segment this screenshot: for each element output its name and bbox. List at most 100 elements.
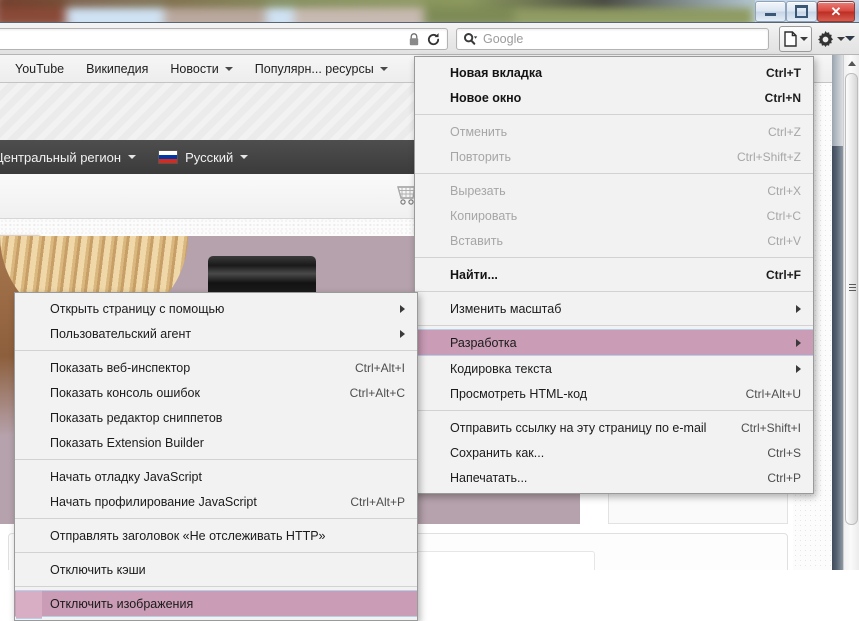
menu-item-label: Отключить изображения	[50, 596, 194, 611]
menu-item-label: Пользовательский агент	[50, 326, 192, 341]
menu-item-label: Вырезать	[450, 183, 506, 198]
menu-item-открыть-страницу-с-помощью[interactable]: Открыть страницу с помощью	[15, 296, 417, 321]
chevron-up-icon	[847, 60, 856, 66]
new-page-button[interactable]	[779, 26, 812, 52]
reload-icon[interactable]	[426, 32, 441, 47]
menu-item-shortcut: Ctrl+N	[764, 90, 801, 105]
chevron-right-icon	[400, 304, 405, 313]
menu-item-label: Начать отладку JavaScript	[50, 469, 202, 484]
search-icon	[463, 33, 478, 45]
chevron-right-icon	[400, 329, 405, 338]
menu-item-изменить-масштаб[interactable]: Изменить масштаб	[415, 296, 813, 321]
menu-item-shortcut: Ctrl+V	[767, 233, 801, 248]
menu-item-напечатать[interactable]: Напечатать... Ctrl+P	[415, 465, 813, 490]
browser-main-menu[interactable]: Новая вкладка Ctrl+T Новое окно Ctrl+N Отмен…	[414, 56, 814, 494]
menu-item-label: Отправлять заголовок «Не отслеживать HTT…	[50, 528, 326, 543]
language-selector[interactable]: Русский	[185, 149, 249, 165]
new-page-icon	[783, 31, 797, 47]
menu-item-кодировка-текста[interactable]: Кодировка текста	[415, 356, 813, 381]
menu-item-новое-окно[interactable]: Новое окно Ctrl+N	[415, 85, 813, 110]
menu-item-сохранить-как[interactable]: Сохранить как... Ctrl+S	[415, 440, 813, 465]
chevron-right-icon	[796, 304, 801, 313]
lock-icon	[409, 33, 419, 46]
bookmark-label: YouTube	[15, 61, 65, 76]
menu-item-label: Показать веб-инспектор	[50, 360, 191, 375]
bookmark-youtube[interactable]: YouTube	[4, 58, 75, 80]
chevron-down-icon	[240, 155, 249, 159]
menu-item-label: Показать редактор сниппетов	[50, 410, 223, 425]
menu-item-вставить[interactable]: Вставить Ctrl+V	[415, 228, 813, 253]
menu-item-label: Отменить	[450, 124, 508, 139]
menu-item-начать-профилирование-javascript[interactable]: Начать профилирование JavaScript Ctrl+Alt…	[15, 489, 417, 514]
bookmark-popular-resources[interactable]: Популярн... ресурсы	[244, 58, 399, 80]
menu-separator	[415, 257, 813, 258]
bookmark-wikipedia[interactable]: Википедия	[75, 58, 159, 80]
menu-item-отключить-изображения[interactable]: ✓Отключить изображения	[15, 590, 417, 617]
menu-separator	[415, 410, 813, 411]
menu-item-label: Повторить	[450, 149, 512, 164]
menu-item-показать-консоль-ошибок[interactable]: Показать консоль ошибок Ctrl+Alt+C	[15, 380, 417, 405]
menu-item-пользовательский-агент[interactable]: Пользовательский агент	[15, 321, 417, 346]
language-label: Русский	[185, 149, 234, 165]
bookmark-news[interactable]: Новости	[159, 58, 243, 80]
menu-separator	[15, 518, 417, 519]
menu-item-отменить[interactable]: Отменить Ctrl+Z	[415, 119, 813, 144]
russian-flag-icon	[158, 150, 179, 164]
menu-item-повторить[interactable]: Повторить Ctrl+Shift+Z	[415, 144, 813, 169]
menu-item-найти[interactable]: Найти... Ctrl+F	[415, 262, 813, 287]
menu-separator	[15, 459, 417, 460]
menu-separator	[15, 586, 417, 587]
close-button[interactable]: ✕	[817, 1, 855, 22]
chevron-down-icon	[224, 66, 233, 71]
menu-item-отправить-ссылку-на-эту-страницу-по-e-mail[interactable]: Отправить ссылку на эту страницу по e-ma…	[415, 415, 813, 440]
page-right-edge-light	[832, 55, 843, 146]
search-box[interactable]: Google	[456, 28, 769, 50]
menu-item-shortcut: Ctrl+P	[767, 470, 801, 485]
menu-separator	[15, 552, 417, 553]
close-icon: ✕	[830, 4, 842, 19]
chevron-down-icon	[837, 37, 845, 41]
menu-item-показать-веб-инспектор[interactable]: Показать веб-инспектор Ctrl+Alt+I	[15, 355, 417, 380]
menu-item-копировать[interactable]: Копировать Ctrl+C	[415, 203, 813, 228]
vertical-scrollbar[interactable]	[843, 55, 859, 570]
menu-item-разработка[interactable]: Разработка	[415, 329, 813, 356]
menu-item-label: Новое окно	[450, 90, 522, 105]
menu-item-label: Вставить	[450, 233, 503, 248]
menu-item-label: Новая вкладка	[450, 65, 543, 80]
develop-submenu[interactable]: Открыть страницу с помощью Пользовательск…	[14, 292, 418, 621]
menu-item-label: Показать консоль ошибок	[50, 385, 200, 400]
maximize-button[interactable]	[786, 1, 817, 22]
menu-separator	[415, 325, 813, 326]
settings-button[interactable]	[816, 26, 846, 52]
menu-item-label: Отправить ссылку на эту страницу по e-ma…	[450, 420, 707, 435]
menu-item-shortcut: Ctrl+F	[765, 267, 801, 282]
chevron-right-icon	[796, 364, 801, 373]
minimize-icon	[756, 2, 785, 21]
address-bar[interactable]	[0, 28, 448, 50]
region-selector[interactable]: Центральный регион	[0, 150, 137, 165]
menu-item-просмотреть-html-код[interactable]: Просмотреть HTML-код Ctrl+Alt+U	[415, 381, 813, 406]
scrollbar-thumb[interactable]	[845, 73, 858, 525]
minimize-button[interactable]	[755, 1, 786, 22]
chevron-right-icon	[796, 338, 801, 347]
menu-separator	[15, 350, 417, 351]
search-placeholder-text: Google	[483, 32, 524, 46]
menu-item-новая-вкладка[interactable]: Новая вкладка Ctrl+T	[415, 60, 813, 85]
menu-item-вырезать[interactable]: Вырезать Ctrl+X	[415, 178, 813, 203]
blurred-page-band-2	[0, 0, 755, 8]
scroll-up-button[interactable]	[844, 55, 859, 71]
menu-item-отправлять-заголовок-не-отслеживать-http[interactable]: Отправлять заголовок «Не отслеживать HTT…	[15, 523, 417, 548]
menu-item-shortcut: Ctrl+X	[767, 183, 801, 198]
menu-item-shortcut: Ctrl+S	[767, 445, 801, 460]
menu-item-shortcut: Ctrl+Alt+I	[354, 360, 405, 375]
toolbar-overflow-chevron-down-icon[interactable]	[845, 36, 855, 41]
menu-item-показать-extension-builder[interactable]: Показать Extension Builder	[15, 430, 417, 455]
menu-item-показать-редактор-сниппетов[interactable]: Показать редактор сниппетов	[15, 405, 417, 430]
menu-item-shortcut: Ctrl+Shift+Z	[736, 149, 801, 164]
gear-icon	[818, 30, 833, 47]
menu-item-shortcut: Ctrl+T	[765, 65, 801, 80]
page-right-edge-dark	[832, 146, 843, 570]
menu-item-начать-отладку-javascript[interactable]: Начать отладку JavaScript	[15, 464, 417, 489]
browser-toolbar: Google	[0, 22, 859, 55]
bookmark-label: Популярн... ресурсы	[254, 61, 374, 76]
